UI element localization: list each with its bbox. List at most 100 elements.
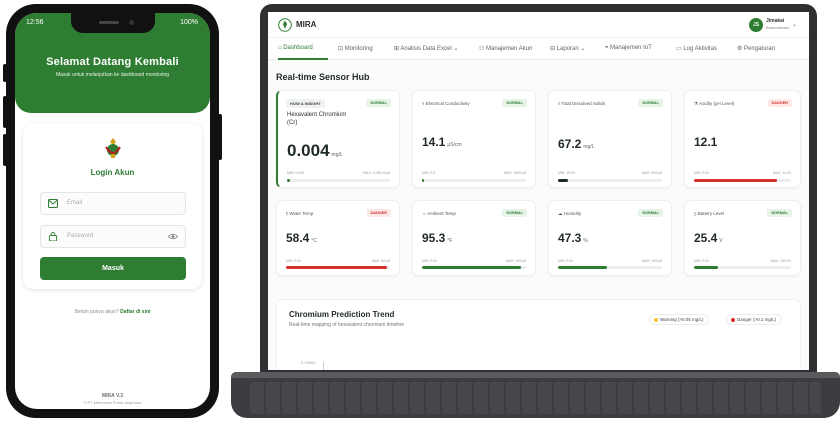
sensor-unit: % (583, 238, 588, 244)
sensor-level-track (422, 266, 526, 269)
trend-subtitle: Real-time mapping of hexavalent chromium… (289, 322, 405, 328)
login-card: Login Akun Email Password Masuk (23, 123, 202, 289)
login-button[interactable]: Masuk (40, 257, 186, 280)
phone-mute-button (3, 64, 7, 82)
section-title: Real-time Sensor Hub (276, 72, 370, 82)
sensor-label: ☼ Ambient Temp (422, 211, 456, 216)
phone-power-button (218, 114, 222, 160)
sensor-level-track (694, 179, 791, 182)
email-field[interactable]: Email (40, 192, 186, 215)
main-nav: ⌂ Dashboard ⊡ Monitoring ⊞ Analisis Data… (268, 38, 809, 60)
sensor-unit: °C (311, 238, 317, 244)
sensor-max: MAX: 100.00 (505, 259, 526, 263)
nav-monitoring-label: Monitoring (344, 46, 373, 52)
status-bar: 12:56 100% (15, 17, 210, 31)
status-badge: NORMAL (638, 209, 663, 217)
sensor-value: 14.1 µS/cm (422, 135, 462, 149)
status-badge: NORMAL (767, 209, 792, 217)
sensor-unit: µS/cm (447, 142, 462, 148)
phone-volume-down-button (3, 134, 7, 166)
sensor-range: MIN: 15.00 MAX: 500.00 (558, 171, 662, 175)
sensor-card-water-temp[interactable]: ⫯ Water Temp DANGER 58.4 °C MIN: 0.00 MAX:… (276, 200, 400, 276)
sensor-unit: V (719, 238, 723, 244)
sensor-unit: mg/L (331, 152, 343, 158)
email-placeholder: Email (67, 200, 83, 206)
nav-pengaturan[interactable]: ⚙ Pengaturan (737, 45, 775, 52)
brand-name: MIRA (296, 20, 317, 29)
password-placeholder: Password (67, 233, 94, 239)
sensor-level-fill (694, 266, 719, 269)
sensor-card-humidity[interactable]: ☁ Humidity NORMAL 47.3% MIN: 0.00 MAX: 10… (548, 200, 672, 276)
sensor-level-track (286, 266, 390, 269)
sensor-range: MIN: 0.00 MAX: 100.00 (694, 259, 791, 263)
sensor-value: 12.1 (694, 135, 718, 149)
status-badge: NORMAL (502, 99, 527, 107)
sensor-card-chromium[interactable]: HOW A INSIGHT NORMAL Hexavalent Chromium… (276, 90, 400, 188)
login-title: Login Akun (90, 168, 135, 177)
sensor-range: MIN: 0.0 MAX: 1000.00 (422, 171, 526, 175)
y-axis-line (323, 362, 324, 370)
nav-dashboard-label: Dashboard (283, 45, 313, 51)
password-field[interactable]: Password (40, 225, 186, 248)
nav-laporan-label: Laporan ⌄ (556, 46, 586, 52)
sensor-card-ph[interactable]: ⚗ Acidity (pH Level) DANGER 12.1 MIN: 0.… (684, 90, 801, 188)
chevron-down-icon[interactable]: ⌄ (792, 21, 797, 28)
mail-icon (48, 199, 58, 208)
sensor-card-tds[interactable]: ◊ Total Dissolved Solids NORMAL 67.2 mg/L… (548, 90, 672, 188)
sensor-max: MAX: 0.050 Limit (363, 171, 390, 175)
sensor-range: MIN: 0.00 MAX: 100.00 (422, 259, 526, 263)
status-badge: DANGER (767, 99, 792, 107)
eye-icon[interactable] (168, 233, 178, 240)
nav-laporan[interactable]: ⊟ Laporan ⌄ (550, 45, 585, 52)
chromium-trend-panel: Chromium Prediction Trend Real-time mapp… (276, 299, 801, 370)
nav-pengaturan-label: Pengaturan (744, 46, 776, 52)
nav-log[interactable]: ▭ Log Aktivitas (676, 45, 717, 52)
lock-icon (48, 232, 58, 241)
app-version: MIRA V.3 (101, 393, 124, 399)
y-axis-tick: 0.15000 (301, 360, 316, 365)
register-text: Belum punya akun? (74, 309, 119, 315)
sensor-label: ☁ Humidity (558, 211, 582, 216)
phone-volume-up-button (3, 96, 7, 128)
sensor-level-fill (422, 179, 425, 182)
sensor-max: MAX: 60.00 (371, 259, 390, 263)
sensor-value: 0.004 mg/L (287, 141, 343, 160)
sensor-card-ambient-temp[interactable]: ☼ Ambient Temp NORMAL 95.3 °F MIN: 0.00 MA… (412, 200, 536, 276)
status-badge: NORMAL (638, 99, 663, 107)
phone-screen: Selamat Datang Kembali Masuk untuk melan… (15, 13, 210, 409)
nav-akun[interactable]: ⚇ Manajemen Akun (479, 45, 532, 52)
sensor-min: MIN: 0.00 (694, 171, 710, 175)
sensor-label: ⚗ Acidity (pH Level) (694, 101, 735, 106)
sensor-min: MIN: 0.00 (694, 259, 710, 263)
sensor-level-track (287, 179, 390, 182)
sensor-card-battery[interactable]: ▯ Battery Level NORMAL 25.4 V MIN: 0.00 MA… (684, 200, 801, 276)
trend-title: Chromium Prediction Trend (289, 310, 395, 319)
sensor-min: MIN: 0.00 (558, 259, 574, 263)
register-link[interactable]: Daftar di sini (120, 309, 150, 315)
user-role: Administrator (766, 25, 790, 30)
sensor-label: Hexavalent Chromium (Cr) (287, 112, 347, 126)
sensor-min: MIN: 0.000 (287, 171, 305, 175)
sensor-max: MAX: 100.00 (770, 259, 791, 263)
dashboard-screen: MIRA JS Jimakai Administrator ⌄ ⌂ Dashbo… (268, 12, 809, 370)
sensor-max: MAX: 100.00 (641, 259, 662, 263)
user-avatar[interactable]: JS (749, 18, 763, 32)
nav-monitoring[interactable]: ⊡ Monitoring (338, 45, 373, 52)
nav-iot-label: Manajemen IoT (610, 45, 652, 51)
sensor-level-track (422, 179, 526, 182)
sensor-level-fill (558, 266, 607, 269)
sensor-value: 25.4 V (694, 231, 723, 245)
nav-dashboard[interactable]: ⌂ Dashboard (278, 45, 313, 51)
sensor-level-track (694, 266, 791, 269)
sensor-max: MAX: 14.00 (772, 171, 791, 175)
nav-akun-label: Manajemen Akun (486, 46, 533, 52)
sensor-min: MIN: 0.00 (422, 259, 438, 263)
nav-iot[interactable]: ⌖ Manajemen IoT (605, 45, 652, 52)
sensor-range: MIN: 0.00 MAX: 14.00 (694, 171, 791, 175)
sensor-max: MAX: 500.00 (641, 171, 662, 175)
sensor-card-conductivity[interactable]: ϟ Electrical Conductivity NORMAL 14.1 µS/… (412, 90, 536, 188)
sensor-level-fill (694, 179, 778, 182)
active-tab-indicator (278, 58, 328, 60)
user-name[interactable]: Jimakai (766, 18, 784, 24)
nav-analisis[interactable]: ⊞ Analisis Data Excel ⌄ (394, 45, 458, 52)
